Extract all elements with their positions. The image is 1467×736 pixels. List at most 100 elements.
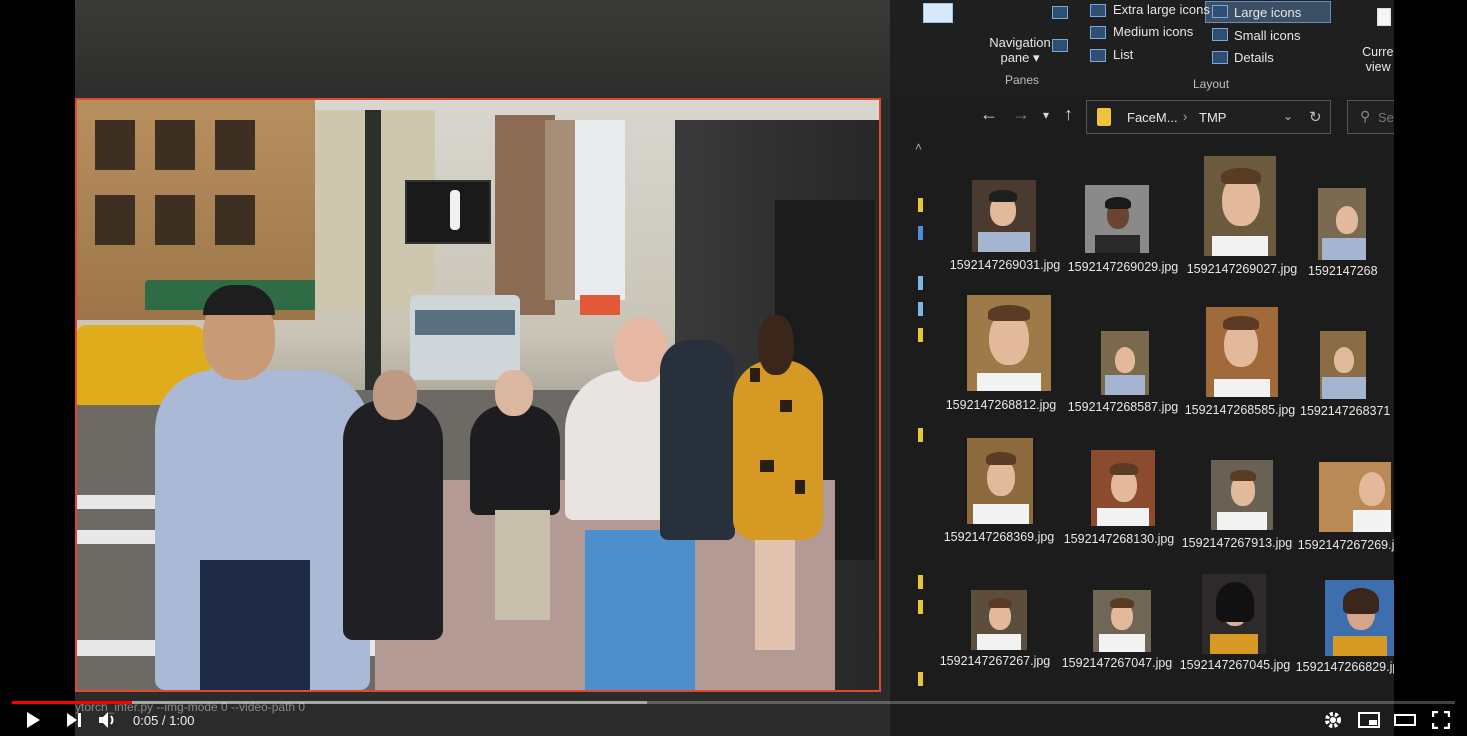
progress-bar[interactable] [12,701,1455,704]
search-icon: ⚲ [1360,108,1371,124]
file-item[interactable]: 1592147268812.jpg [941,295,1061,435]
file-name: 1592147267045.jpg [1179,658,1291,672]
layout-extra-large-icons[interactable]: Extra large icons [1113,2,1210,17]
file-name: 1592147269027.jpg [1186,262,1298,276]
play-icon [27,712,40,728]
image-thumbnail [971,590,1027,650]
preview-pane-icon[interactable] [1052,6,1068,19]
breadcrumb-facem[interactable]: FaceM... [1127,110,1178,125]
details-icon [1212,51,1228,64]
up-arrow-icon[interactable]: ↑ [1064,104,1073,125]
file-item[interactable]: 1592147267045.jpg [1175,572,1295,697]
file-item[interactable]: 1592147267269.jpg [1293,438,1394,568]
folder-icon [1097,108,1111,126]
next-button[interactable] [64,709,84,731]
image-thumbnail [1202,574,1266,654]
layout-large-icons[interactable]: Large icons [1234,5,1301,20]
nav-collapse-chevron-icon[interactable]: ˄ [915,140,922,154]
image-thumbnail [1211,460,1273,530]
extra-large-icons-icon [1090,4,1106,17]
video-player[interactable]: Navigation pane ▾ Panes Extra large icon… [0,0,1467,736]
image-thumbnail [1206,307,1278,397]
small-icons-icon [1212,28,1228,41]
next-icon [67,713,81,727]
image-thumbnail [1325,580,1394,656]
image-thumbnail [1318,188,1366,260]
play-button[interactable] [22,709,44,731]
file-explorer-window: Navigation pane ▾ Panes Extra large icon… [890,0,1394,736]
image-thumbnail [1101,331,1149,395]
video-frame[interactable]: Navigation pane ▾ Panes Extra large icon… [75,0,1394,736]
file-item[interactable]: 1592147266829.jpg [1291,572,1394,697]
forward-arrow-icon[interactable]: → [1012,104,1030,125]
file-item[interactable]: 1592147269029.jpg [1063,140,1183,295]
file-item[interactable]: 1592147268587.jpg [1063,295,1183,435]
image-thumbnail [1319,462,1391,532]
file-item[interactable]: 1592147268371 [1300,295,1394,435]
file-name: 1592147269029.jpg [1067,260,1179,274]
image-thumbnail [1093,590,1151,652]
file-name: 1592147269031.jpg [949,258,1061,272]
file-item[interactable]: 1592147267047.jpg [1057,572,1177,697]
file-name: 1592147267047.jpg [1061,656,1173,670]
fullscreen-icon [1432,711,1450,729]
image-thumbnail [1085,185,1149,253]
address-dropdown-icon[interactable]: ⌄ [1283,109,1293,123]
file-name: 1592147268585.jpg [1184,403,1296,417]
image-thumbnail [972,180,1036,252]
file-grid: 1592147269031.jpg 1592147269029.jpg 1592… [940,140,1394,736]
fullscreen-button[interactable] [1429,709,1453,731]
file-item[interactable]: 1592147269027.jpg [1182,140,1302,295]
breadcrumb-separator-icon: › [1183,109,1188,124]
layout-list[interactable]: List [1113,47,1133,62]
miniplayer-icon [1358,712,1380,728]
theater-mode-button[interactable] [1393,709,1417,731]
file-name: 1592147268369.jpg [943,530,1055,544]
selection-rectangle [75,98,881,692]
file-item[interactable]: 1592147267913.jpg [1177,438,1297,568]
layout-small-icons[interactable]: Small icons [1234,28,1300,43]
address-bar[interactable]: FaceM... › TMP ⌄ ↻ [1086,100,1331,134]
navigation-bar: ← → ▾ ↑ FaceM... › TMP ⌄ ↻ [890,96,1394,138]
file-item[interactable]: 1592147268130.jpg [1059,438,1179,568]
current-view-button[interactable]: Current view ▾ [1357,45,1394,75]
image-thumbnail [1091,450,1155,526]
volume-button[interactable] [97,709,119,731]
medium-icons-icon [1090,26,1106,39]
theater-icon [1394,714,1416,726]
miniplayer-button[interactable] [1357,709,1381,731]
panes-group-label: Panes [1005,73,1040,87]
search-box[interactable]: ⚲ Search TMP [1347,100,1394,134]
file-item[interactable]: 1592147267267.jpg [935,572,1055,697]
file-name: 1592147267269.jpg [1297,538,1394,552]
progress-played [12,701,133,704]
gear-icon [1325,712,1341,728]
player-controls: 0:05 / 1:00 [0,696,1467,736]
file-item[interactable]: 1592147269031.jpg [945,140,1065,295]
file-item[interactable]: 1592147268369.jpg [939,438,1059,568]
file-item[interactable]: 1592147268 [1300,140,1394,295]
breadcrumb-tmp[interactable]: TMP [1199,110,1226,125]
file-name: 1592147268812.jpg [945,398,1057,412]
file-name: 1592147268 [1308,264,1378,278]
file-name: 1592147268587.jpg [1067,400,1179,414]
list-icon [1090,49,1106,62]
file-item[interactable]: 1592147268585.jpg [1180,295,1300,435]
video-window-titlebar [75,0,890,100]
image-thumbnail [967,295,1051,391]
large-icons-icon [1212,5,1228,18]
refresh-icon[interactable]: ↻ [1309,108,1322,126]
navigation-pane-button[interactable]: Navigation pane ▾ [980,35,1060,65]
layout-medium-icons[interactable]: Medium icons [1113,24,1193,39]
image-thumbnail [967,438,1033,524]
file-name: 1592147267267.jpg [939,654,1051,668]
layout-details[interactable]: Details [1234,50,1274,65]
settings-button[interactable] [1321,709,1345,731]
recent-locations-chevron-icon[interactable]: ▾ [1043,108,1049,122]
volume-icon [99,712,114,728]
image-thumbnail [1204,156,1276,256]
ribbon-view-tab: Navigation pane ▾ Panes Extra large icon… [890,0,1394,97]
back-arrow-icon[interactable]: ← [980,104,998,125]
time-display: 0:05 / 1:00 [133,713,195,728]
file-name: 1592147267913.jpg [1181,536,1293,550]
